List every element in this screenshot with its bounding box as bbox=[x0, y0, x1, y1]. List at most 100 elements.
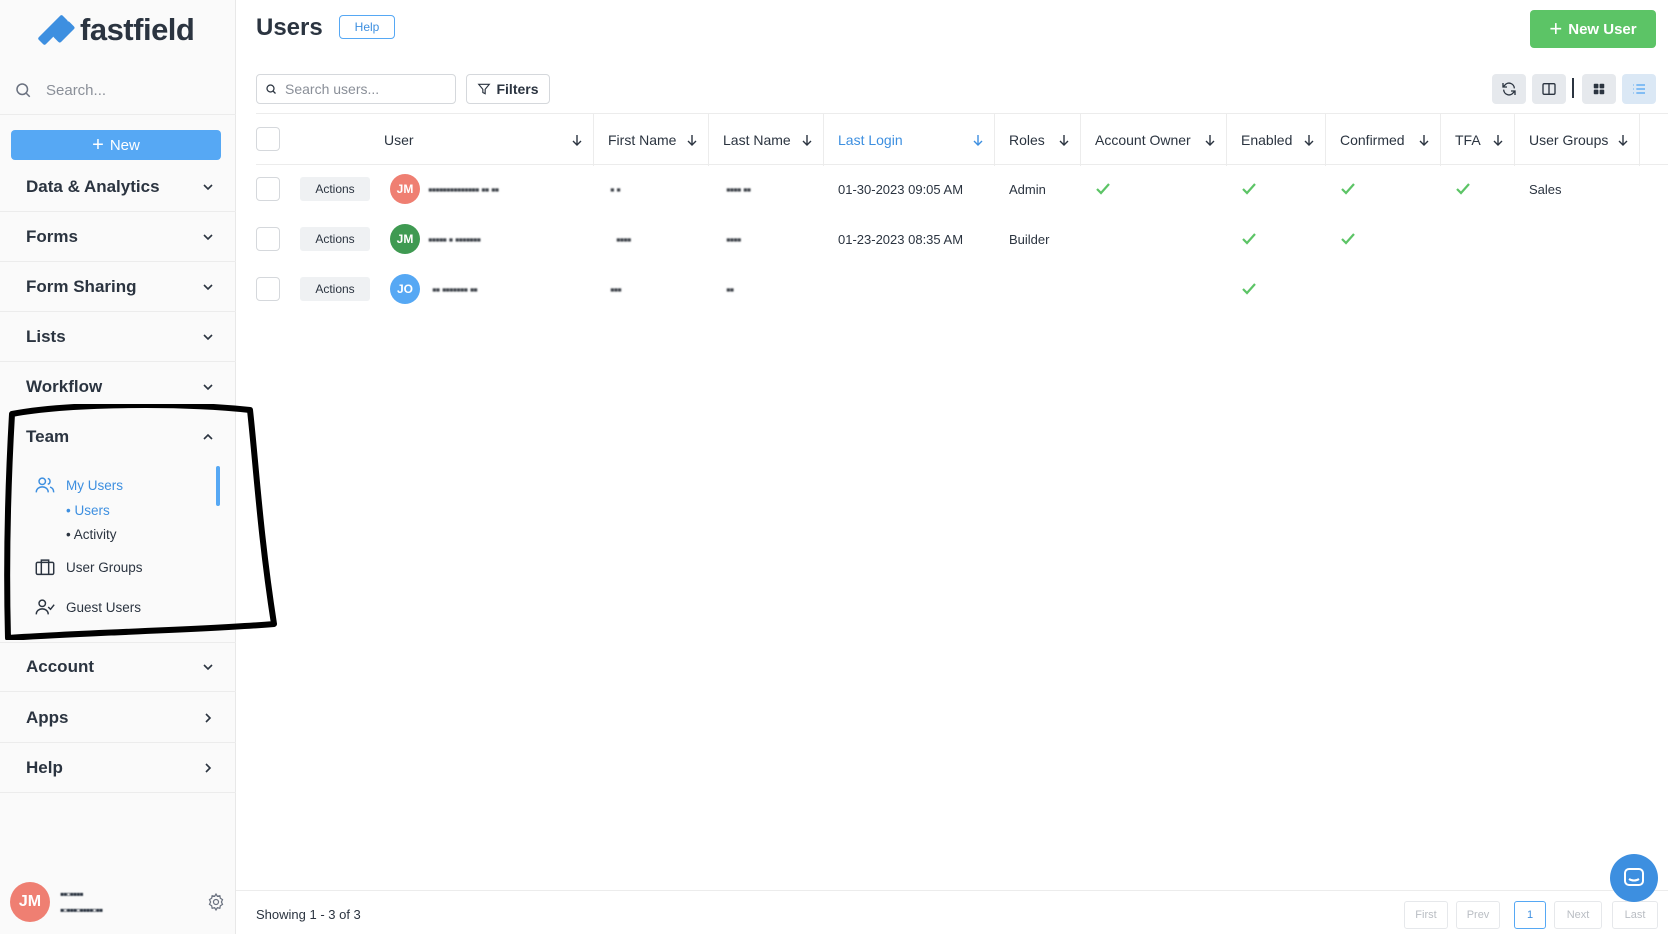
filters-button[interactable]: Filters bbox=[466, 74, 550, 104]
nav-section-account[interactable]: Account bbox=[0, 642, 236, 692]
current-user[interactable]: JM ▪▪▫▪▪▪▪ ▪▫▪▪▪▫▪▪▪▪▫▪▪ bbox=[10, 882, 226, 922]
column-label: First Name bbox=[608, 132, 677, 148]
column-label: Confirmed bbox=[1340, 132, 1405, 148]
column-header-enabled[interactable]: Enabled bbox=[1227, 114, 1326, 166]
column-label: User Groups bbox=[1529, 132, 1609, 148]
user-name-redacted: ▪▪▪▪▪▪▪▪▪▪▪▪▪▪ ▪▪ ▪▪ bbox=[428, 181, 499, 197]
select-all-checkbox[interactable] bbox=[256, 127, 280, 151]
avatar: JM bbox=[390, 174, 420, 204]
table-row[interactable]: Actions JM ▪▪▪▪▪ ▪ ▪▪▪▪▪▪▪ ▪▪▪▪ ▪▪▪▪ 01-… bbox=[256, 214, 1668, 264]
table-row[interactable]: Actions JO ▪▪ ▪▪▪▪▪▪▪ ▪▪ ▪▪▪ ▪▪ bbox=[256, 264, 1668, 314]
sidebar-item-guest-users[interactable]: Guest Users bbox=[34, 596, 141, 618]
first-name-redacted: ▪ ▪ bbox=[610, 181, 621, 197]
nav-section-forms[interactable]: Forms bbox=[0, 212, 236, 262]
role: Builder bbox=[1009, 231, 1050, 247]
chevron-down-icon bbox=[203, 283, 213, 290]
nav-section-help[interactable]: Help bbox=[0, 743, 236, 793]
new-user-button[interactable]: + New User bbox=[1530, 10, 1656, 48]
row-checkbox[interactable] bbox=[256, 177, 280, 201]
user-group: Sales bbox=[1529, 181, 1562, 197]
sidebar-search-input[interactable] bbox=[46, 81, 206, 99]
active-indicator bbox=[216, 466, 220, 506]
sort-arrow-icon bbox=[1618, 135, 1628, 146]
filters-label: Filters bbox=[496, 81, 539, 97]
check-icon bbox=[1096, 183, 1110, 195]
pagination-page-1[interactable]: 1 bbox=[1514, 901, 1546, 929]
column-header-first-name[interactable]: First Name bbox=[594, 114, 709, 166]
nav-section-data-analytics[interactable]: Data & Analytics bbox=[0, 162, 236, 212]
pagination-prev[interactable]: Prev bbox=[1456, 901, 1500, 929]
search-icon bbox=[266, 84, 276, 94]
check-icon bbox=[1341, 233, 1355, 245]
table-row[interactable]: Actions JM ▪▪▪▪▪▪▪▪▪▪▪▪▪▪ ▪▪ ▪▪ ▪ ▪ ▪▪▪▪… bbox=[256, 164, 1668, 214]
plus-icon: + bbox=[1549, 16, 1563, 41]
nav-section-lists[interactable]: Lists bbox=[0, 312, 236, 362]
users-icon bbox=[35, 477, 55, 493]
column-header-roles[interactable]: Roles bbox=[995, 114, 1081, 166]
search-icon bbox=[16, 83, 31, 98]
sort-arrow-icon bbox=[1205, 135, 1215, 146]
sidebar-search bbox=[14, 76, 214, 104]
columns-button[interactable] bbox=[1532, 74, 1566, 104]
user-name-redacted: ▪▪ ▪▪▪▪▪▪▪ ▪▪ bbox=[432, 281, 478, 297]
grid-icon bbox=[1593, 83, 1605, 95]
filter-icon bbox=[477, 83, 491, 95]
chat-launcher-button[interactable] bbox=[1610, 854, 1658, 902]
current-user-name: ▪▪▫▪▪▪▪ bbox=[60, 887, 84, 901]
column-header-user[interactable]: User bbox=[370, 114, 594, 166]
main-content: Users Help + New User Filters User First… bbox=[236, 0, 1668, 934]
check-icon bbox=[1242, 183, 1256, 195]
pagination-first[interactable]: First bbox=[1404, 901, 1448, 929]
sidebar-item-label: User Groups bbox=[66, 559, 143, 575]
check-icon bbox=[1341, 183, 1355, 195]
chevron-down-icon bbox=[203, 233, 213, 240]
column-header-last-name[interactable]: Last Name bbox=[709, 114, 824, 166]
column-header-tfa[interactable]: TFA bbox=[1441, 114, 1515, 166]
sidebar-subitem-activity[interactable]: • Activity bbox=[66, 527, 117, 542]
pagination-last[interactable]: Last bbox=[1612, 901, 1658, 929]
column-label: Last Login bbox=[838, 132, 903, 148]
sort-arrow-icon bbox=[1059, 135, 1069, 146]
gear-icon[interactable] bbox=[206, 892, 226, 912]
nav-section-apps[interactable]: Apps bbox=[0, 693, 236, 743]
row-actions-button[interactable]: Actions bbox=[300, 177, 370, 201]
list-view-button[interactable] bbox=[1622, 74, 1656, 104]
sidebar-item-my-users[interactable]: My Users bbox=[34, 474, 123, 496]
column-header-account-owner[interactable]: Account Owner bbox=[1081, 114, 1227, 166]
sidebar-item-user-groups[interactable]: User Groups bbox=[34, 556, 143, 578]
sidebar-subitem-label: Users bbox=[74, 503, 110, 518]
avatar: JM bbox=[10, 882, 50, 922]
first-name-redacted: ▪▪▪ bbox=[610, 281, 622, 297]
nav-section-workflow[interactable]: Workflow bbox=[0, 362, 236, 412]
sort-arrow-icon bbox=[802, 135, 812, 146]
column-label: Enabled bbox=[1241, 132, 1293, 148]
search-users bbox=[256, 74, 456, 104]
avatar: JO bbox=[390, 274, 420, 304]
chevron-down-icon bbox=[203, 664, 213, 671]
toolbar-separator bbox=[1572, 78, 1574, 98]
chevron-right-icon bbox=[205, 762, 212, 773]
help-button[interactable]: Help bbox=[339, 15, 395, 39]
pagination-next[interactable]: Next bbox=[1554, 901, 1602, 929]
brand-logo[interactable]: fastfield bbox=[37, 12, 195, 48]
row-checkbox[interactable] bbox=[256, 227, 280, 251]
sidebar-subitem-users[interactable]: • Users bbox=[66, 503, 110, 518]
column-header-confirmed[interactable]: Confirmed bbox=[1326, 114, 1441, 166]
row-actions-button[interactable]: Actions bbox=[300, 277, 370, 301]
nav-section-label: Workflow bbox=[26, 377, 103, 396]
search-users-input[interactable] bbox=[285, 81, 445, 97]
role: Admin bbox=[1009, 181, 1046, 197]
nav-section-form-sharing[interactable]: Form Sharing bbox=[0, 262, 236, 312]
columns-icon bbox=[1542, 83, 1556, 95]
sort-arrow-icon bbox=[1493, 135, 1503, 146]
new-button[interactable]: + New bbox=[11, 130, 221, 160]
row-actions-button[interactable]: Actions bbox=[300, 227, 370, 251]
row-checkbox[interactable] bbox=[256, 277, 280, 301]
grid-view-button[interactable] bbox=[1582, 74, 1616, 104]
column-header-user-groups[interactable]: User Groups bbox=[1515, 114, 1640, 166]
column-header-last-login[interactable]: Last Login bbox=[824, 114, 995, 166]
check-icon bbox=[1242, 283, 1256, 295]
nav-section-team[interactable]: Team bbox=[0, 412, 236, 462]
divider bbox=[0, 114, 236, 115]
refresh-button[interactable] bbox=[1492, 74, 1526, 104]
